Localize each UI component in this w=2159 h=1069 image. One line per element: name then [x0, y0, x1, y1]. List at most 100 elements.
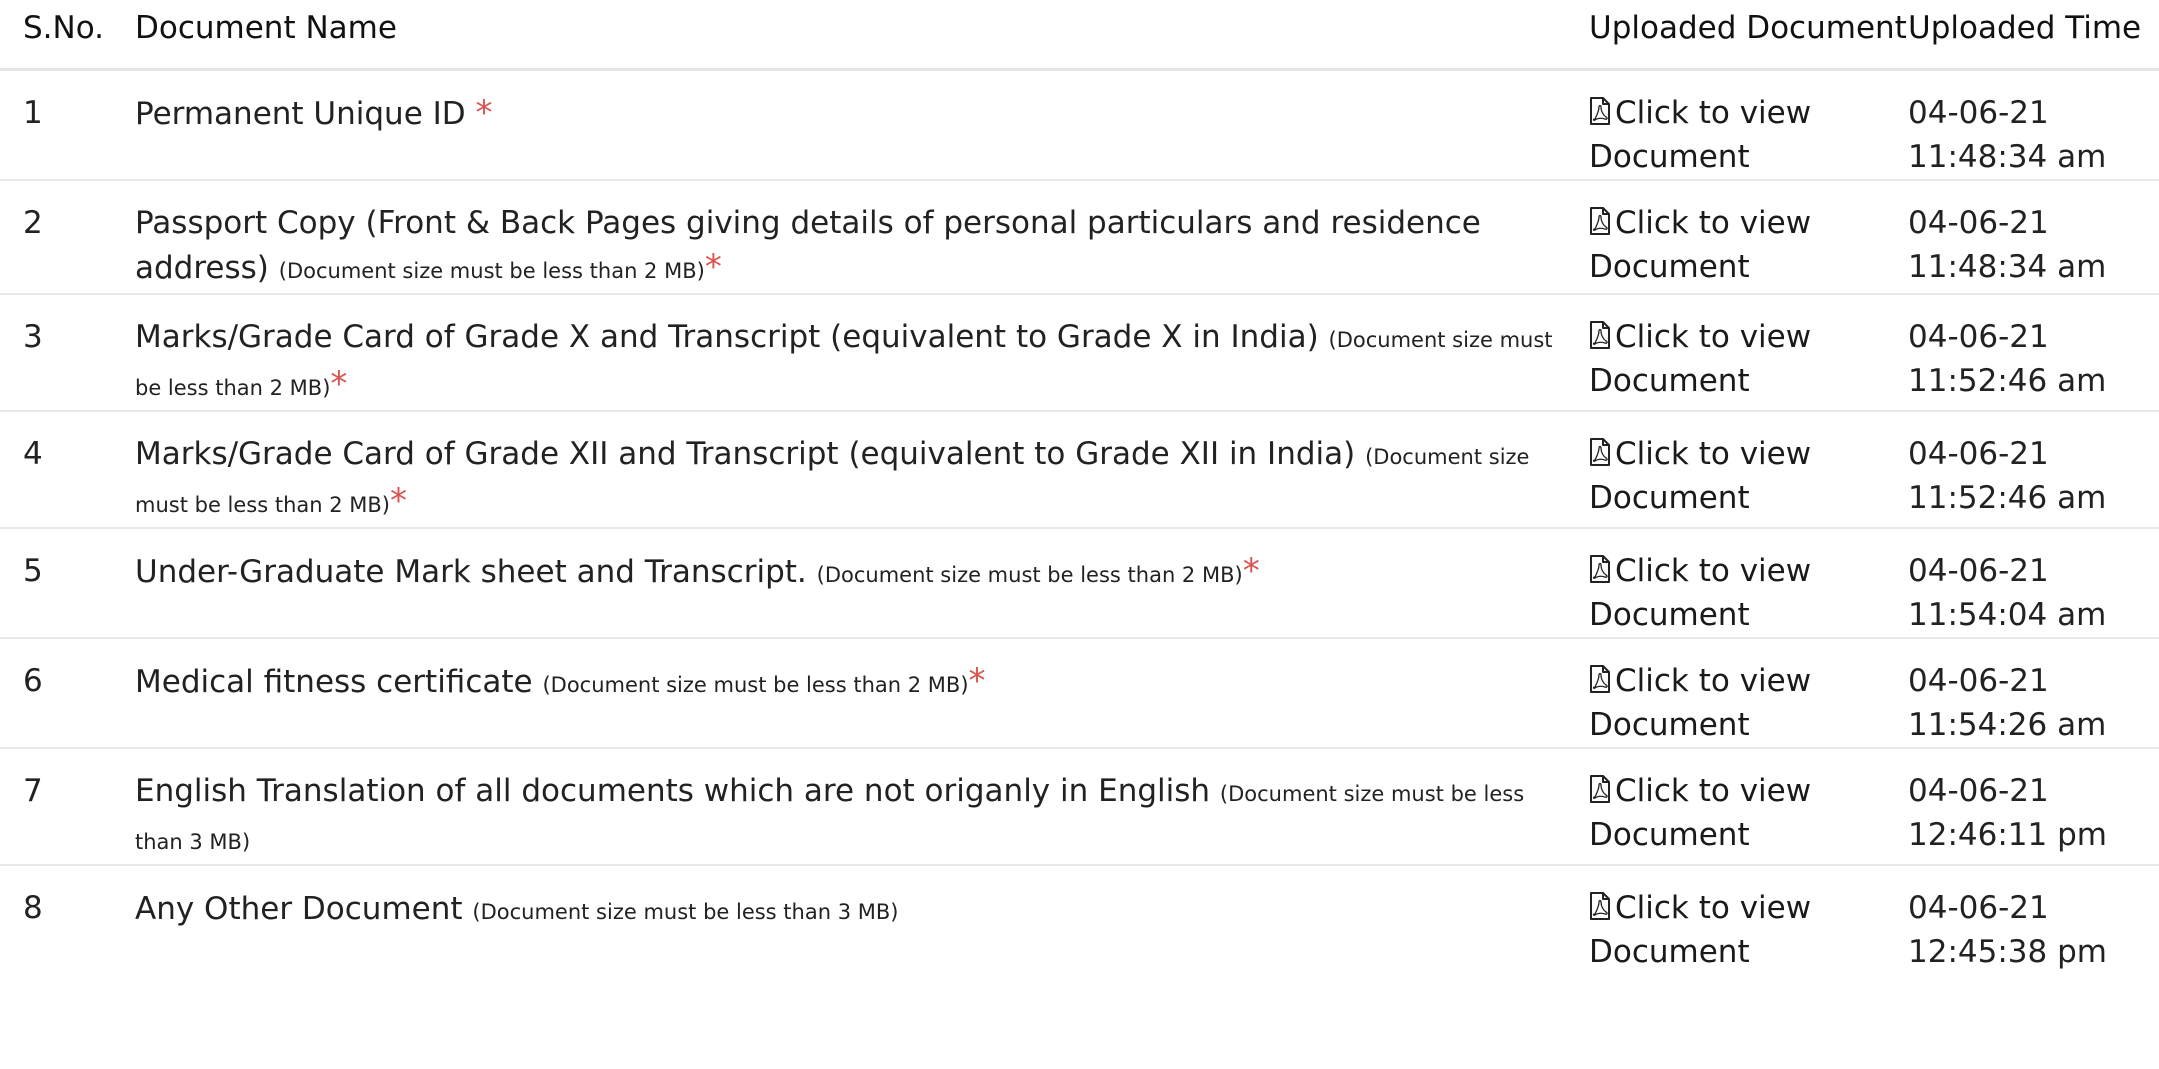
- table-row: 7 English Translation of all documents w…: [0, 748, 2159, 866]
- uploaded-documents-table: S.No. Document Name Uploaded Document Up…: [0, 0, 2159, 974]
- view-document-link-label: Click to view Document: [1589, 773, 1812, 853]
- document-size-note: (Document size must be less than 2 MB): [278, 259, 705, 283]
- row-uploaded-document: Click to view Document: [1589, 638, 1908, 749]
- table-row: 6 Medical fitness certificate (Document …: [0, 638, 2159, 749]
- row-uploaded-document: Click to view Document: [1589, 865, 1908, 974]
- row-sno: 5: [0, 528, 135, 639]
- required-asterisk: *: [968, 661, 986, 701]
- upload-time: 11:52:46 am: [1908, 363, 2107, 399]
- required-asterisk: *: [1242, 551, 1260, 591]
- row-document-name: Under-Graduate Mark sheet and Transcript…: [135, 528, 1589, 639]
- document-title: Marks/Grade Card of Grade X and Transcri…: [135, 319, 1329, 355]
- required-asterisk: *: [390, 481, 408, 521]
- document-title: Any Other Document: [135, 891, 473, 927]
- upload-time: 12:45:38 pm: [1908, 934, 2107, 970]
- row-uploaded-time: 04-06-21 12:46:11 pm: [1908, 748, 2159, 866]
- view-document-link[interactable]: Click to view Document: [1589, 773, 1811, 853]
- row-uploaded-time: 04-06-21 12:45:38 pm: [1908, 865, 2159, 974]
- row-sno: 1: [0, 69, 135, 181]
- view-document-link-label: Click to view Document: [1589, 319, 1812, 399]
- row-document-name: Medical fitness certificate (Document si…: [135, 638, 1589, 749]
- header-document-name: Document Name: [135, 0, 1589, 71]
- row-sno: 3: [0, 294, 135, 412]
- upload-date: 04-06-21: [1908, 95, 2049, 131]
- pdf-file-icon: [1590, 775, 1610, 803]
- upload-date: 04-06-21: [1908, 773, 2049, 809]
- view-document-link-label: Click to view Document: [1589, 553, 1812, 633]
- table-row: 1 Permanent Unique ID * Click to view Do…: [0, 69, 2159, 181]
- pdf-file-icon: [1590, 438, 1610, 466]
- table-row: 5 Under-Graduate Mark sheet and Transcri…: [0, 528, 2159, 639]
- required-asterisk: *: [704, 247, 722, 287]
- header-sno: S.No.: [0, 0, 135, 71]
- pdf-file-icon: [1590, 665, 1610, 693]
- row-document-name: Marks/Grade Card of Grade XII and Transc…: [135, 411, 1589, 529]
- row-sno: 4: [0, 411, 135, 529]
- row-sno: 7: [0, 748, 135, 866]
- document-title: English Translation of all documents whi…: [135, 773, 1220, 809]
- document-size-note: (Document size must be less than 3 MB): [472, 900, 899, 924]
- document-size-note: (Document size must be less than 2 MB): [816, 563, 1243, 587]
- row-uploaded-time: 04-06-21 11:48:34 am: [1908, 180, 2159, 295]
- view-document-link-label: Click to view Document: [1589, 663, 1812, 743]
- view-document-link[interactable]: Click to view Document: [1589, 436, 1811, 516]
- table-body: 1 Permanent Unique ID * Click to view Do…: [0, 69, 2159, 975]
- view-document-link-label: Click to view Document: [1589, 95, 1812, 175]
- document-title: Under-Graduate Mark sheet and Transcript…: [135, 554, 817, 590]
- row-uploaded-time: 04-06-21 11:52:46 am: [1908, 411, 2159, 529]
- required-asterisk: *: [330, 364, 348, 404]
- header-uploaded-document: Uploaded Document: [1589, 0, 1908, 71]
- pdf-file-icon: [1590, 207, 1610, 235]
- row-document-name: Permanent Unique ID *: [135, 69, 1589, 181]
- table-row: 4 Marks/Grade Card of Grade XII and Tran…: [0, 411, 2159, 529]
- table-row: 3 Marks/Grade Card of Grade X and Transc…: [0, 294, 2159, 412]
- row-document-name: Passport Copy (Front & Back Pages giving…: [135, 180, 1589, 295]
- table-row: 8 Any Other Document (Document size must…: [0, 865, 2159, 974]
- upload-date: 04-06-21: [1908, 553, 2049, 589]
- upload-time: 11:48:34 am: [1908, 249, 2107, 285]
- document-title: Permanent Unique ID: [135, 96, 476, 132]
- upload-time: 12:46:11 pm: [1908, 817, 2107, 853]
- row-sno: 2: [0, 180, 135, 295]
- row-uploaded-document: Click to view Document: [1589, 294, 1908, 412]
- upload-date: 04-06-21: [1908, 436, 2049, 472]
- row-uploaded-document: Click to view Document: [1589, 69, 1908, 181]
- pdf-file-icon: [1590, 892, 1610, 920]
- upload-time: 11:54:04 am: [1908, 597, 2107, 633]
- row-uploaded-time: 04-06-21 11:52:46 am: [1908, 294, 2159, 412]
- row-uploaded-document: Click to view Document: [1589, 180, 1908, 295]
- upload-date: 04-06-21: [1908, 890, 2049, 926]
- required-asterisk: *: [475, 93, 493, 133]
- view-document-link[interactable]: Click to view Document: [1589, 890, 1811, 970]
- row-uploaded-time: 04-06-21 11:54:04 am: [1908, 528, 2159, 639]
- row-uploaded-document: Click to view Document: [1589, 411, 1908, 529]
- upload-date: 04-06-21: [1908, 205, 2049, 241]
- upload-time: 11:48:34 am: [1908, 139, 2107, 175]
- document-title: Marks/Grade Card of Grade XII and Transc…: [135, 436, 1366, 472]
- view-document-link-label: Click to view Document: [1589, 436, 1812, 516]
- view-document-link[interactable]: Click to view Document: [1589, 205, 1811, 285]
- view-document-link[interactable]: Click to view Document: [1589, 663, 1811, 743]
- row-document-name: Any Other Document (Document size must b…: [135, 865, 1589, 974]
- upload-date: 04-06-21: [1908, 319, 2049, 355]
- row-document-name: English Translation of all documents whi…: [135, 748, 1589, 866]
- table-header-row: S.No. Document Name Uploaded Document Up…: [0, 0, 2159, 71]
- upload-time: 11:54:26 am: [1908, 707, 2107, 743]
- row-document-name: Marks/Grade Card of Grade X and Transcri…: [135, 294, 1589, 412]
- pdf-file-icon: [1590, 555, 1610, 583]
- upload-time: 11:52:46 am: [1908, 480, 2107, 516]
- document-size-note: (Document size must be less than 2 MB): [542, 673, 969, 697]
- view-document-link[interactable]: Click to view Document: [1589, 319, 1811, 399]
- header-uploaded-time: Uploaded Time: [1908, 0, 2159, 71]
- view-document-link-label: Click to view Document: [1589, 890, 1812, 970]
- row-uploaded-time: 04-06-21 11:48:34 am: [1908, 69, 2159, 181]
- pdf-file-icon: [1590, 321, 1610, 349]
- view-document-link-label: Click to view Document: [1589, 205, 1812, 285]
- row-sno: 6: [0, 638, 135, 749]
- upload-date: 04-06-21: [1908, 663, 2049, 699]
- view-document-link[interactable]: Click to view Document: [1589, 95, 1811, 175]
- row-uploaded-time: 04-06-21 11:54:26 am: [1908, 638, 2159, 749]
- view-document-link[interactable]: Click to view Document: [1589, 553, 1811, 633]
- row-sno: 8: [23, 890, 43, 926]
- row-uploaded-document: Click to view Document: [1589, 528, 1908, 639]
